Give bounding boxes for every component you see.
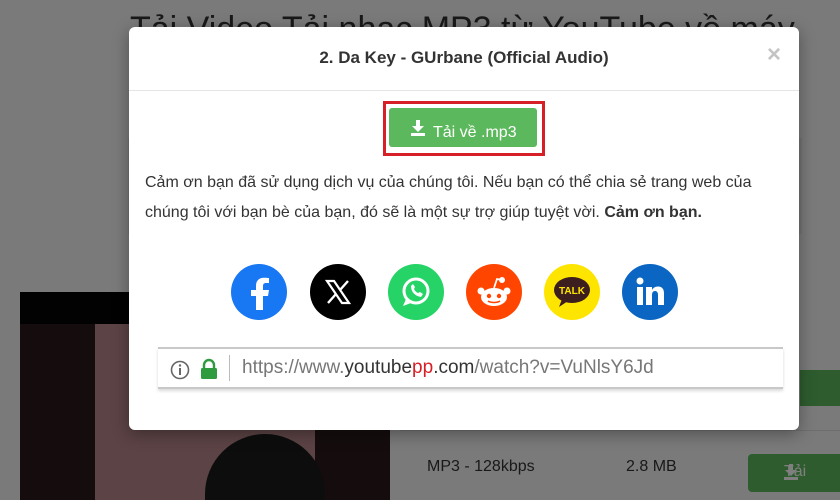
download-icon xyxy=(411,120,425,136)
svg-text:TALK: TALK xyxy=(559,286,586,297)
kakaotalk-icon[interactable]: TALK xyxy=(544,264,600,320)
modal-header: 2. Da Key - GUrbane (Official Audio) × xyxy=(129,27,799,91)
info-icon[interactable] xyxy=(170,360,190,380)
thanks-message: Cảm ơn bạn đã sử dụng dịch vụ của chúng … xyxy=(145,168,785,228)
download-mp3-label: Tải về .mp3 xyxy=(433,123,517,141)
close-button[interactable]: × xyxy=(767,41,781,69)
download-modal: 2. Da Key - GUrbane (Official Audio) × T… xyxy=(129,27,799,430)
download-mp3-button[interactable]: Tải về .mp3 xyxy=(389,108,537,147)
url-bar[interactable]: https://www.youtubepp.com/watch?v=VuNlsY… xyxy=(158,347,783,389)
facebook-icon[interactable] xyxy=(231,264,287,320)
reddit-icon[interactable] xyxy=(466,264,522,320)
whatsapp-icon[interactable] xyxy=(388,264,444,320)
lock-icon[interactable] xyxy=(200,358,218,380)
thanks-bold: Cảm ơn bạn. xyxy=(604,204,702,221)
share-buttons: TALK xyxy=(231,264,691,322)
modal-title: 2. Da Key - GUrbane (Official Audio) xyxy=(319,48,609,67)
linkedin-icon[interactable] xyxy=(622,264,678,320)
x-icon[interactable] xyxy=(310,264,366,320)
url-text[interactable]: https://www.youtubepp.com/watch?v=VuNlsY… xyxy=(242,357,654,379)
